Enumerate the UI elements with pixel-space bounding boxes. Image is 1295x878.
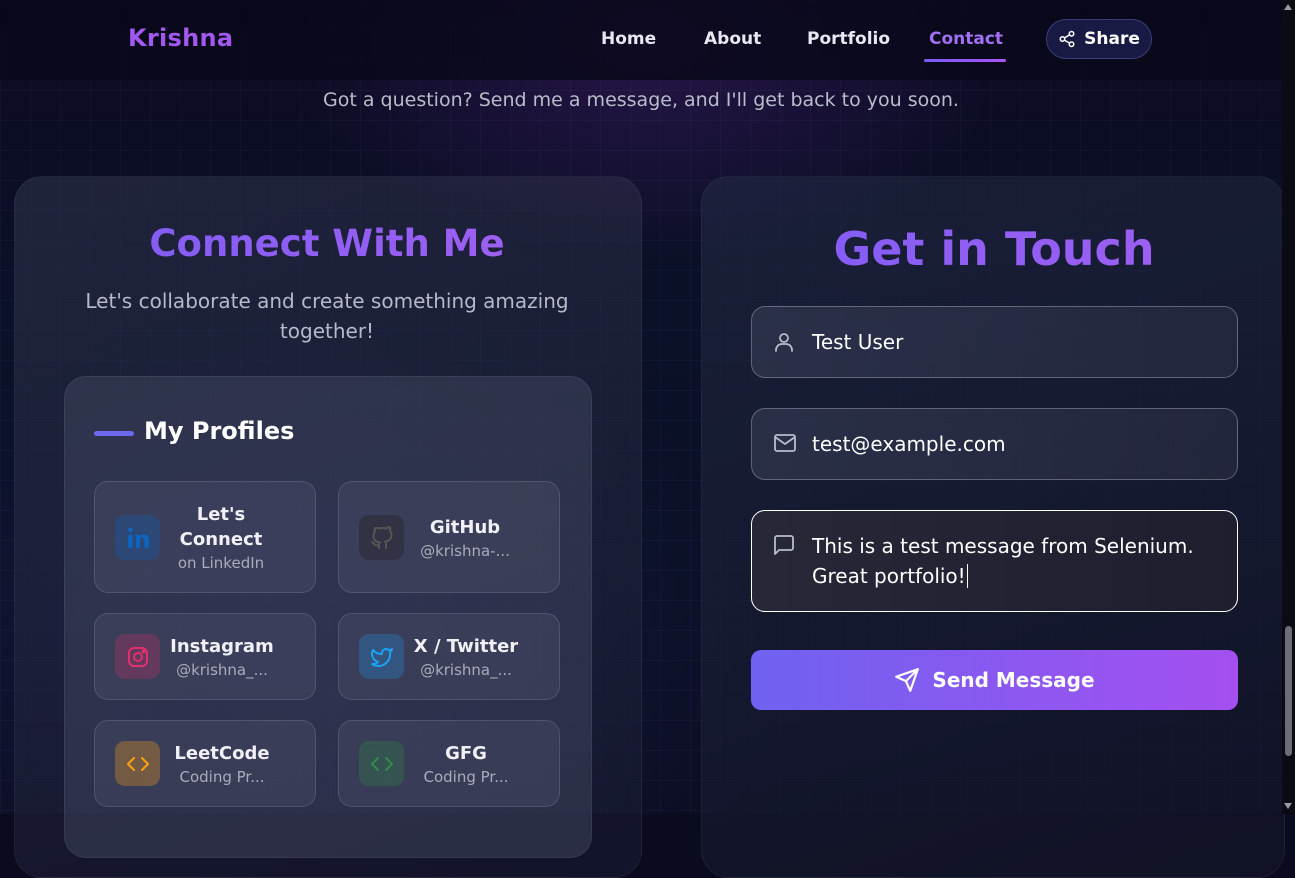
profile-card-linkedin[interactable]: Let's Connect on LinkedIn [94, 481, 316, 593]
profile-name: LeetCode [174, 743, 270, 764]
tagline-line-1: Let's collaborate and create something a… [85, 289, 569, 313]
profile-sub: Coding Pr... [179, 768, 265, 786]
nav-link-home[interactable]: Home [601, 29, 656, 49]
connect-title: Connect With Me [14, 222, 640, 265]
profile-name: GitHub [429, 517, 501, 538]
form-title: Get in Touch [701, 222, 1287, 276]
scroll-down-arrow-icon[interactable] [1284, 803, 1292, 809]
scroll-up-arrow-icon[interactable] [1284, 4, 1292, 10]
contact-subtitle: Got a question? Send me a message, and I… [323, 89, 959, 111]
name-value: Test User [812, 330, 904, 354]
profile-name-line-1: Let's [196, 504, 246, 525]
twitter-icon [359, 634, 404, 679]
message-line-2: Great portfolio! [812, 561, 1194, 591]
email-field[interactable]: test@example.com [751, 408, 1238, 480]
text-caret [966, 564, 969, 588]
navbar: Krishna Home About Portfolio Contact Sha… [0, 0, 1282, 80]
share-button[interactable]: Share [1046, 19, 1152, 59]
profile-card-gfg[interactable]: GFG Coding Pr... [338, 720, 560, 807]
page-scrollbar[interactable] [1282, 0, 1295, 814]
profile-card-github[interactable]: GitHub @krishna-... [338, 481, 560, 593]
profile-sub: Coding Pr... [423, 768, 509, 786]
profile-name: Instagram [170, 636, 274, 657]
profile-name: GFG [445, 743, 487, 764]
message-value: This is a test message from Selenium. Gr… [812, 531, 1194, 591]
share-label: Share [1084, 29, 1140, 49]
profile-card-twitter[interactable]: X / Twitter @krishna_... [338, 613, 560, 700]
user-icon [775, 333, 793, 352]
instagram-icon [115, 634, 160, 679]
profile-handle: @krishna-... [420, 542, 510, 560]
gfg-icon [359, 741, 404, 786]
scrollbar-thumb[interactable] [1285, 626, 1292, 756]
profile-card-instagram[interactable]: Instagram @krishna_... [94, 613, 316, 700]
nav-link-contact[interactable]: Contact [929, 29, 1003, 49]
share-icon [1059, 30, 1075, 48]
profile-name-line-2: Connect [179, 529, 263, 550]
nav-link-about[interactable]: About [704, 29, 761, 49]
nav-link-portfolio[interactable]: Portfolio [807, 29, 890, 49]
send-icon [895, 668, 920, 692]
brand-logo[interactable]: Krishna [128, 24, 233, 52]
profiles-accent-bar [94, 431, 134, 436]
message-line-1: This is a test message from Selenium. [812, 534, 1194, 558]
send-label: Send Message [932, 668, 1095, 692]
profile-handle: @krishna_... [176, 661, 268, 679]
profile-sub: on LinkedIn [177, 554, 265, 572]
profile-card-leetcode[interactable]: LeetCode Coding Pr... [94, 720, 316, 807]
profiles-title: My Profiles [144, 417, 295, 445]
message-line-2-text: Great portfolio! [812, 564, 966, 588]
active-nav-indicator [924, 59, 1006, 62]
profile-handle: @krishna_... [420, 661, 512, 679]
linkedin-icon [115, 515, 160, 560]
mail-icon [774, 434, 796, 452]
email-value: test@example.com [812, 432, 1006, 456]
send-message-button[interactable]: Send Message [751, 650, 1238, 710]
profile-name: X / Twitter [413, 636, 519, 657]
github-icon [359, 515, 404, 560]
tagline-line-2: together! [279, 319, 375, 343]
leetcode-icon [115, 741, 160, 786]
message-field[interactable]: This is a test message from Selenium. Gr… [751, 510, 1238, 612]
message-icon [774, 535, 794, 555]
name-field[interactable]: Test User [751, 306, 1238, 378]
connect-tagline: Let's collaborate and create something a… [64, 286, 590, 346]
